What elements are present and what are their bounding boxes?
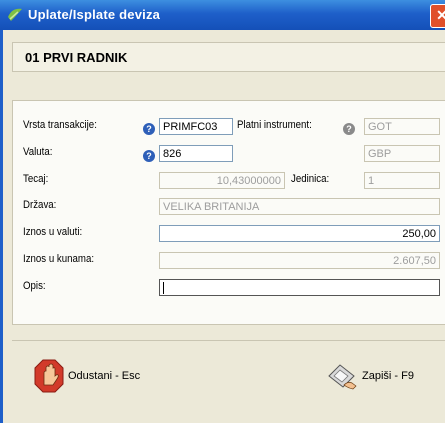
form-panel: Vrsta transakcije: ? PRIMFC03 Platni ins… — [12, 100, 445, 325]
save-label: Zapiši - F9 — [362, 370, 414, 382]
iznos-kunama-label: Iznos u kunama: — [23, 253, 95, 265]
valuta-label: Valuta: — [23, 146, 53, 158]
close-icon: ✕ — [436, 7, 445, 23]
opis-label: Opis: — [23, 280, 46, 292]
platni-label: Platni instrument: — [237, 119, 312, 131]
vrsta-help-icon[interactable]: ? — [143, 123, 155, 135]
window-title: Uplate/Isplate deviza — [28, 7, 161, 22]
save-button[interactable]: Zapiši - F9 — [326, 361, 414, 391]
iznos-kunama-field: 2.607,50 — [159, 252, 440, 269]
jedinica-field: 1 — [364, 172, 440, 189]
header-panel: 01 PRVI RADNIK — [12, 42, 445, 72]
valuta-name-field: GBP — [364, 145, 440, 162]
drzava-label: Država: — [23, 199, 57, 211]
tecaj-field: 10,43000000 — [159, 172, 285, 189]
jedinica-label: Jedinica: — [291, 173, 330, 185]
valuta-help-icon[interactable]: ? — [143, 150, 155, 162]
vrsta-label: Vrsta transakcije: — [23, 119, 97, 131]
title-bar: Uplate/Isplate deviza ✕ — [0, 0, 445, 30]
vrsta-field[interactable]: PRIMFC03 — [159, 118, 233, 135]
opis-field[interactable] — [159, 279, 440, 296]
platni-help-icon: ? — [343, 123, 355, 135]
iznos-valuti-field[interactable]: 250,00 — [159, 225, 440, 242]
cancel-button[interactable]: Odustani - Esc — [34, 359, 140, 393]
drzava-field: VELIKA BRITANIJA — [159, 198, 440, 215]
app-icon — [8, 8, 22, 21]
text-caret — [163, 282, 164, 295]
diskette-hand-icon — [328, 364, 357, 390]
iznos-valuti-label: Iznos u valuti: — [23, 226, 83, 238]
page-title: 01 PRVI RADNIK — [25, 50, 128, 65]
stop-hand-icon — [34, 359, 64, 393]
cancel-label: Odustani - Esc — [68, 370, 141, 382]
close-button[interactable]: ✕ — [430, 4, 445, 28]
platni-field: GOT — [364, 118, 440, 135]
tecaj-label: Tecaj: — [23, 173, 49, 185]
valuta-field[interactable]: 826 — [159, 145, 233, 162]
button-panel: Odustani - Esc Zapiši - F9 — [12, 340, 445, 411]
